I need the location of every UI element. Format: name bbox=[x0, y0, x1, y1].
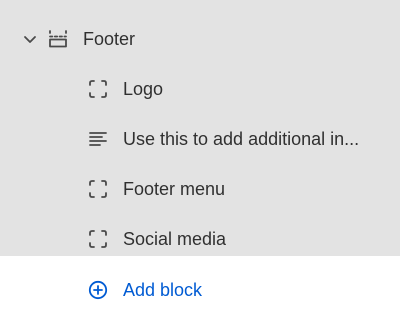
add-block-button[interactable]: Add block bbox=[0, 265, 400, 315]
section-footer[interactable]: Footer bbox=[0, 14, 400, 64]
block-frame-icon bbox=[87, 78, 109, 100]
block-label: Logo bbox=[123, 78, 164, 99]
theme-editor-section-tree: Footer Logo Use this to add additional i… bbox=[0, 0, 400, 328]
plus-circle-icon bbox=[87, 279, 109, 301]
text-block-icon bbox=[87, 128, 109, 150]
block-text[interactable]: Use this to add additional in... bbox=[0, 114, 400, 164]
section-label: Footer bbox=[83, 28, 136, 49]
block-label: Footer menu bbox=[123, 178, 226, 199]
footer-section-icon bbox=[47, 28, 69, 50]
block-logo[interactable]: Logo bbox=[0, 64, 400, 114]
block-frame-icon bbox=[87, 228, 109, 250]
add-block-label: Add block bbox=[123, 279, 203, 300]
chevron-down-icon[interactable] bbox=[21, 30, 39, 48]
block-frame-icon bbox=[87, 178, 109, 200]
block-footer-menu[interactable]: Footer menu bbox=[0, 164, 400, 214]
block-label: Use this to add additional in... bbox=[123, 128, 360, 149]
block-label: Social media bbox=[123, 228, 227, 249]
